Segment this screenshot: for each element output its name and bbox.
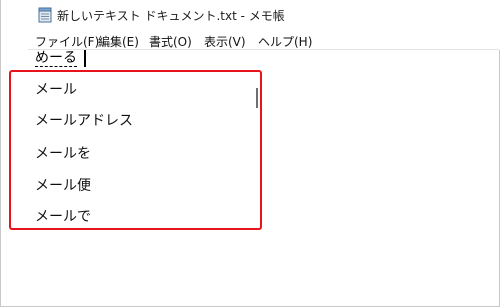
menu-edit[interactable]: 編集(E): [98, 33, 139, 50]
ime-candidate-4[interactable]: メール便: [35, 175, 91, 195]
ime-candidate-2[interactable]: メールアドレス: [35, 110, 133, 130]
ime-candidate-5[interactable]: メールで: [35, 206, 91, 226]
ime-candidate-1[interactable]: メール: [35, 79, 77, 99]
ime-candidate-list: メール メールアドレス メールを メール便 メールで: [9, 70, 262, 230]
title-bar[interactable]: 新しいテキスト ドキュメント.txt - メモ帳: [1, 0, 500, 30]
text-caret: [84, 50, 86, 67]
menu-bar: ファイル(F) 編集(E) 書式(O) 表示(V) ヘルプ(H): [1, 30, 500, 50]
menu-format[interactable]: 書式(O): [149, 33, 192, 50]
notepad-icon: [38, 7, 52, 23]
ime-composition-text: めーる: [35, 50, 77, 67]
ime-candidate-3[interactable]: メールを: [35, 143, 91, 163]
ime-scrollbar-thumb[interactable]: [256, 88, 258, 108]
notepad-window: 新しいテキスト ドキュメント.txt - メモ帳 ファイル(F) 編集(E) 書…: [0, 0, 500, 307]
menu-help[interactable]: ヘルプ(H): [258, 33, 312, 50]
menu-view[interactable]: 表示(V): [204, 33, 246, 50]
menu-file[interactable]: ファイル(F): [35, 33, 99, 50]
window-title: 新しいテキスト ドキュメント.txt - メモ帳: [57, 9, 285, 23]
